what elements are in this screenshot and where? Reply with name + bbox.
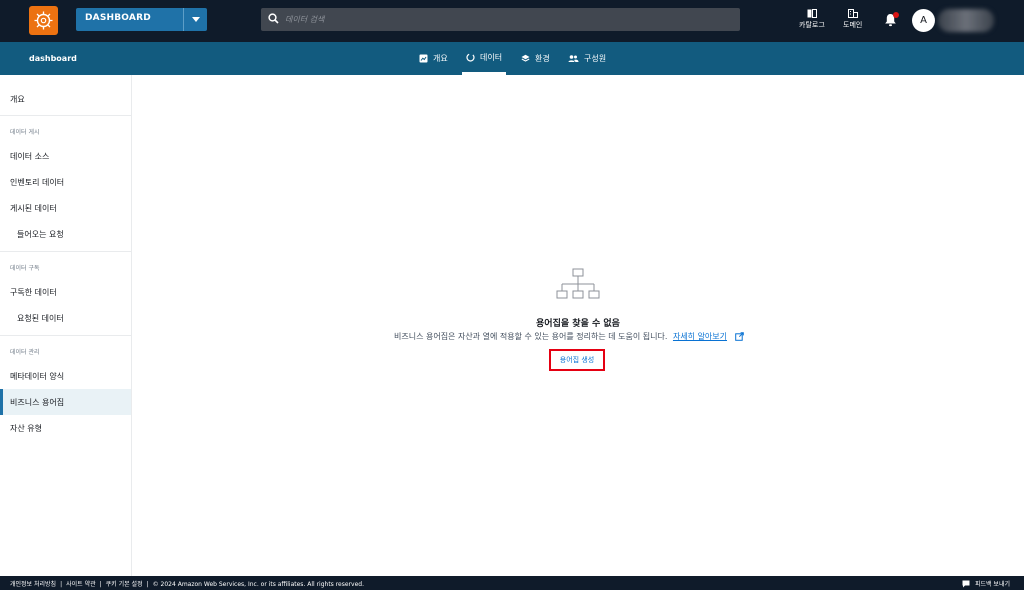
feedback-label: 피드백 보내기 bbox=[974, 581, 1010, 588]
sidebar-item-incoming-requests[interactable]: 들어오는 요청 bbox=[0, 221, 131, 247]
sidebar-divider bbox=[0, 115, 131, 116]
datazone-logo-icon[interactable] bbox=[29, 6, 58, 35]
sidebar-divider bbox=[0, 251, 131, 252]
terms-link[interactable]: 사이트 약관 bbox=[66, 581, 96, 588]
footer-links: 개인정보 처리방침 | 사이트 약관 | 쿠키 기본 설정 | © 2024 Amazon … bbox=[10, 579, 364, 588]
feedback-icon bbox=[962, 580, 970, 587]
catalog-label: 카탈로그 bbox=[799, 21, 825, 29]
project-selector[interactable]: DASHBOARD bbox=[76, 8, 207, 31]
sidebar-item-data-sources[interactable]: 데이터 소스 bbox=[0, 143, 131, 169]
members-icon bbox=[568, 55, 579, 62]
learn-more-link[interactable]: 자세히 알아보기 bbox=[673, 332, 727, 341]
chevron-down-icon[interactable] bbox=[183, 8, 207, 31]
footer: 개인정보 처리방침 | 사이트 약관 | 쿠키 기본 설정 | © 2024 Amazon … bbox=[0, 576, 1024, 590]
tab-data-label: 데이터 bbox=[480, 52, 503, 62]
catalog-button[interactable]: 카탈로그 bbox=[799, 9, 825, 30]
tab-members-label: 구성원 bbox=[584, 54, 607, 63]
tab-overview[interactable]: 개요 bbox=[419, 42, 448, 75]
section-manage-heading: 데이터 관리 bbox=[10, 349, 40, 356]
sidebar-divider bbox=[0, 335, 131, 336]
section-subscribe-heading: 데이터 구독 bbox=[10, 265, 40, 272]
data-icon bbox=[466, 52, 475, 62]
separator: | bbox=[99, 581, 102, 588]
redacted-username bbox=[938, 9, 994, 32]
sidebar-item-business-glossary[interactable]: 비즈니스 용어집 bbox=[0, 389, 131, 415]
domain-label: 도메인 bbox=[843, 21, 863, 29]
tab-members[interactable]: 구성원 bbox=[568, 42, 606, 75]
project-header: dashboard 개요 데이터 환경 구성원 bbox=[0, 42, 1024, 75]
tab-environment[interactable]: 환경 bbox=[521, 42, 550, 75]
section-publish-heading: 데이터 게시 bbox=[10, 129, 40, 136]
sidebar-item-metadata-forms[interactable]: 메타데이터 양식 bbox=[0, 363, 131, 389]
tab-overview-label: 개요 bbox=[433, 54, 448, 63]
separator: | bbox=[60, 581, 63, 588]
empty-state-description: 비즈니스 용어집은 자산과 열에 적용할 수 있는 용어를 정리하는 데 도움이… bbox=[394, 332, 668, 341]
sidebar-item-subscribed-data[interactable]: 구독한 데이터 bbox=[0, 279, 131, 305]
external-link-icon[interactable] bbox=[734, 332, 744, 341]
sidebar-item-overview[interactable]: 개요 bbox=[0, 86, 131, 112]
tab-environment-label: 환경 bbox=[535, 54, 550, 63]
glossary-hierarchy-icon bbox=[556, 268, 600, 299]
sidebar-item-inventory-data[interactable]: 인벤토리 데이터 bbox=[0, 169, 131, 195]
search-icon bbox=[268, 13, 279, 24]
search-input[interactable] bbox=[285, 11, 725, 28]
book-icon bbox=[807, 9, 817, 18]
sidebar-item-asset-types[interactable]: 자산 유형 bbox=[0, 415, 131, 441]
project-name: DASHBOARD bbox=[85, 13, 151, 23]
privacy-link[interactable]: 개인정보 처리방침 bbox=[10, 581, 56, 588]
user-avatar[interactable]: A bbox=[912, 9, 935, 32]
copyright-text: © 2024 Amazon Web Services, Inc. or its … bbox=[152, 581, 364, 588]
overview-icon bbox=[419, 54, 428, 63]
tab-data[interactable]: 데이터 bbox=[462, 42, 507, 75]
create-glossary-button[interactable]: 용어집 생성 bbox=[549, 349, 605, 371]
notification-badge bbox=[893, 12, 899, 18]
empty-state-description-row: 비즈니스 용어집은 자산과 열에 적용할 수 있는 용어를 정리하는 데 도움이… bbox=[394, 331, 744, 342]
empty-state-title: 용어집을 찾을 수 없음 bbox=[536, 319, 620, 329]
layers-icon bbox=[521, 54, 530, 62]
search-bar[interactable] bbox=[261, 8, 740, 31]
domain-button[interactable]: 도메인 bbox=[843, 9, 862, 30]
building-icon bbox=[847, 9, 858, 18]
project-title: dashboard bbox=[29, 54, 77, 63]
feedback-button[interactable]: 피드백 보내기 bbox=[962, 579, 1010, 588]
cookies-link[interactable]: 쿠키 기본 설정 bbox=[106, 581, 143, 588]
top-navigation-bar: DASHBOARD 카탈로그 도메인 A bbox=[0, 0, 1024, 42]
sidebar-item-published-data[interactable]: 게시된 데이터 bbox=[0, 195, 131, 221]
separator: | bbox=[146, 581, 149, 588]
